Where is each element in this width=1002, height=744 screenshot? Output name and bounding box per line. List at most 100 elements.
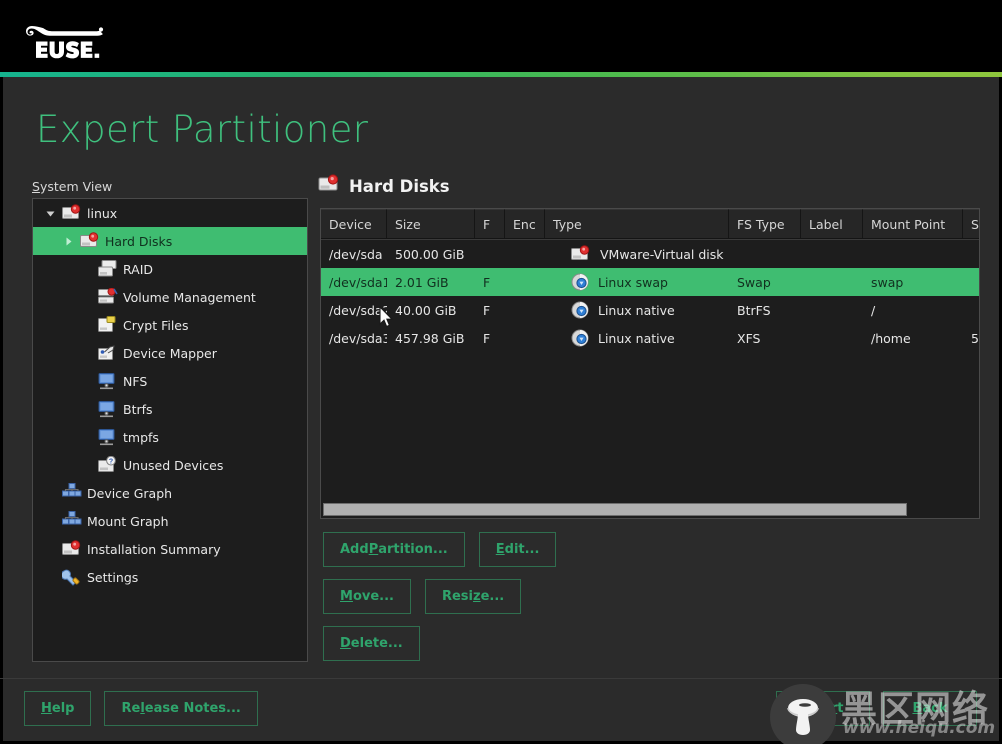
help-button[interactable]: Help xyxy=(24,691,92,726)
cell-value: F xyxy=(483,302,491,318)
sidebar-item-device-graph[interactable]: Device Graph xyxy=(33,479,307,507)
cell-value: VMware-Virtual disk xyxy=(600,246,724,262)
button-label-suffix: ove... xyxy=(352,589,394,604)
back-button[interactable]: Back xyxy=(883,691,977,726)
sidebar-item-label: Mount Graph xyxy=(87,513,169,529)
crypt-files-icon xyxy=(95,316,121,334)
scrollbar-thumb[interactable] xyxy=(323,503,907,516)
suse-logo xyxy=(24,12,120,64)
cell-mount-point: swap xyxy=(863,275,963,290)
column-header-label: Enc xyxy=(513,216,536,232)
cell-device: /dev/sda1 xyxy=(321,275,387,290)
system-view-label: System View xyxy=(32,179,112,194)
sidebar-item-raid[interactable]: RAID xyxy=(33,255,307,283)
edit-button[interactable]: Edit... xyxy=(478,532,557,567)
cell-f: F xyxy=(475,303,505,318)
sidebar-item-label: NFS xyxy=(123,373,148,389)
expert-partitioner-window: Expert Partitioner System View linux Hard… xyxy=(0,0,1002,744)
column-header-type[interactable]: Type xyxy=(545,209,729,239)
column-header-mount-point[interactable]: Mount Point xyxy=(863,209,963,239)
cell-mount-point: /home xyxy=(863,331,963,346)
sidebar-item-btrfs[interactable]: Btrfs xyxy=(33,395,307,423)
resize-button[interactable]: Resi z e... xyxy=(424,579,522,614)
column-header-label: Size xyxy=(395,216,421,232)
system-view-tree[interactable]: linux Hard Disks RAID Volume Management Cryp… xyxy=(32,198,308,662)
button-accelerator: H xyxy=(41,701,52,716)
column-header-fs-type[interactable]: FS Type xyxy=(729,209,801,239)
cell-fs-type: BtrFS xyxy=(729,303,801,318)
sidebar-item-label: Device Mapper xyxy=(123,345,217,361)
panel-title: Hard Disks xyxy=(349,176,450,196)
cell-type: Linux native xyxy=(545,301,729,319)
cell-value: BtrFS xyxy=(737,302,771,318)
cell-value: F xyxy=(483,274,491,290)
button-label-prefix: Add xyxy=(340,542,369,557)
sidebar-item-unused-devices[interactable]: ? Unused Devices xyxy=(33,451,307,479)
cell-f: F xyxy=(475,331,505,346)
sidebar-item-settings[interactable]: Settings xyxy=(33,563,307,591)
watermark-badge xyxy=(770,684,836,744)
chevron-right-icon[interactable] xyxy=(59,236,77,247)
table-header-row: Device Size F Enc Type FS Type Label Mount Poin… xyxy=(321,209,979,240)
button-label-suffix: ack xyxy=(922,701,948,716)
table-body[interactable]: /dev/sda 500.00 GiB VMware-Virtual disk/de… xyxy=(321,240,979,352)
cell-value: /home xyxy=(871,330,911,346)
network-share-icon xyxy=(95,428,121,446)
column-header-f[interactable]: F xyxy=(475,209,505,239)
button-label-suffix: e... xyxy=(480,589,505,604)
cell-value: F xyxy=(483,330,491,346)
button-accelerator: M xyxy=(340,589,353,604)
table-row[interactable]: /dev/sda2 40.00 GiB F Linux native BtrFS / xyxy=(321,296,979,324)
horizontal-scrollbar[interactable] xyxy=(320,501,980,519)
system-view-label-rest: ystem View xyxy=(39,179,113,194)
cell-f: F xyxy=(475,275,505,290)
column-header-sta[interactable]: Sta xyxy=(963,209,979,239)
cell-sta: 5 xyxy=(963,331,979,346)
partitions-table[interactable]: Device Size F Enc Type FS Type Label Mount Poin… xyxy=(320,208,980,518)
sidebar-item-crypt-files[interactable]: Crypt Files xyxy=(33,311,307,339)
cell-value: Linux native xyxy=(598,302,675,318)
sidebar-item-label: Installation Summary xyxy=(87,541,221,557)
unused-device-icon: ? xyxy=(95,456,121,474)
column-header-enc[interactable]: Enc xyxy=(505,209,545,239)
action-button-row: Delete... xyxy=(323,626,556,661)
move-button[interactable]: Move... xyxy=(323,579,411,614)
column-header-label[interactable]: Label xyxy=(801,209,863,239)
chevron-down-icon[interactable] xyxy=(41,208,59,219)
button-label-suffix: dit... xyxy=(504,542,540,557)
sidebar-item-hard-disks[interactable]: Hard Disks xyxy=(33,227,307,255)
column-header-label: Device xyxy=(329,216,372,232)
sidebar-item-label: Volume Management xyxy=(123,289,256,305)
cell-value: XFS xyxy=(737,330,761,346)
button-label-prefix: Re xyxy=(121,701,141,716)
button-accelerator: P xyxy=(368,542,379,557)
table-row[interactable]: /dev/sda3 457.98 GiB F Linux native XFS/home… xyxy=(321,324,979,352)
sidebar-item-label: Btrfs xyxy=(123,401,153,417)
column-header-device[interactable]: Device xyxy=(321,209,387,239)
mouse-cursor xyxy=(379,305,394,333)
sidebar-item-installation-summary[interactable]: Installation Summary xyxy=(33,535,307,563)
sidebar-item-volume-management[interactable]: Volume Management xyxy=(33,283,307,311)
sidebar-item-label: Crypt Files xyxy=(123,317,189,333)
table-row[interactable]: /dev/sda1 2.01 GiB F Linux swap Swap swap xyxy=(321,268,979,296)
partition-icon xyxy=(571,301,589,319)
add-partition-button[interactable]: Add Partition... xyxy=(323,532,465,567)
cell-type: VMware-Virtual disk xyxy=(545,245,729,263)
device-mapper-icon xyxy=(95,344,121,362)
sidebar-item-mount-graph[interactable]: Mount Graph xyxy=(33,507,307,535)
accent-gradient-rule xyxy=(0,72,1002,77)
sidebar-item-linux[interactable]: linux xyxy=(33,199,307,227)
release-notes-button[interactable]: Re l ease Notes... xyxy=(104,691,258,726)
button-label-suffix: t xyxy=(837,701,844,716)
delete-button[interactable]: Delete... xyxy=(323,626,420,661)
sidebar-item-label: RAID xyxy=(123,261,154,277)
button-accelerator: B xyxy=(912,701,923,716)
sidebar-item-device-mapper[interactable]: Device Mapper xyxy=(33,339,307,367)
button-label-suffix: elete... xyxy=(350,636,403,651)
column-header-label: FS Type xyxy=(737,216,785,232)
sidebar-item-tmpfs[interactable]: tmpfs xyxy=(33,423,307,451)
column-header-size[interactable]: Size xyxy=(387,209,475,239)
sidebar-item-nfs[interactable]: NFS xyxy=(33,367,307,395)
table-row[interactable]: /dev/sda 500.00 GiB VMware-Virtual disk xyxy=(321,240,979,268)
cell-value: Swap xyxy=(737,274,771,290)
